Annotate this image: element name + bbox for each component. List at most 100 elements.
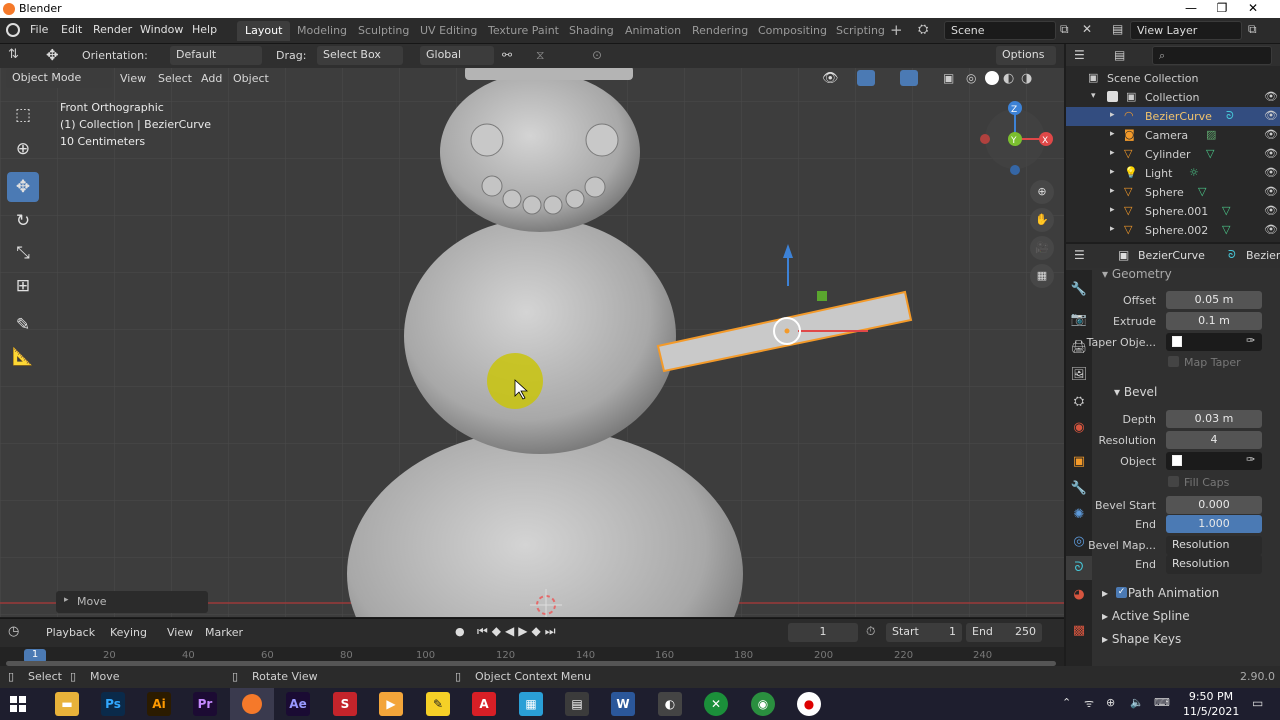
- transform-tool-icon[interactable]: ⊞: [7, 271, 39, 301]
- drag-dropdown[interactable]: Select Box: [317, 46, 403, 65]
- pivot-icon[interactable]: ⚯: [502, 48, 512, 62]
- clock-time[interactable]: 9:50 PM: [1186, 690, 1236, 703]
- properties-editor-icon[interactable]: ☰: [1074, 248, 1085, 262]
- outliner-item-cylinder[interactable]: ▸ ▽ Cylinder ▽ 👁: [1066, 145, 1280, 164]
- snap-icon[interactable]: ⧖: [536, 48, 544, 63]
- move-tool-icon[interactable]: ✥: [7, 172, 39, 202]
- chrome-icon[interactable]: ◉: [751, 692, 775, 716]
- eyedropper-icon[interactable]: ✑: [1246, 334, 1255, 347]
- word-icon[interactable]: W: [611, 692, 635, 716]
- network-icon[interactable]: ᯤ: [1084, 696, 1094, 711]
- outliner-item-sphere[interactable]: ▸ ▽ Sphere ▽ 👁: [1066, 183, 1280, 202]
- eye-icon[interactable]: 👁: [1264, 128, 1278, 141]
- close-button[interactable]: ✕: [1238, 0, 1268, 18]
- transform-orientation-dropdown[interactable]: Global: [420, 46, 494, 65]
- solid-shading-icon[interactable]: [985, 71, 999, 85]
- gizmo-neg-x-ball[interactable]: [980, 134, 990, 144]
- tab-modeling[interactable]: Modeling: [289, 21, 355, 41]
- measure-tool-icon[interactable]: 📐: [7, 342, 39, 372]
- pan-hand-icon[interactable]: ✋: [1030, 208, 1054, 232]
- extrude-field[interactable]: 0.1 m: [1166, 312, 1262, 330]
- bevel-section-header[interactable]: ▾ Bevel: [1114, 385, 1157, 399]
- overlay-toggle-icon[interactable]: [900, 70, 918, 86]
- tab-compositing[interactable]: Compositing: [750, 21, 835, 41]
- scene-field[interactable]: Scene: [944, 21, 1056, 40]
- outliner-collection[interactable]: ▾ ▣ Collection 👁: [1066, 88, 1280, 107]
- tab-animation[interactable]: Animation: [617, 21, 689, 41]
- maximize-button[interactable]: ❐: [1207, 0, 1237, 18]
- current-frame-field[interactable]: 1: [788, 623, 858, 642]
- tab-rendering[interactable]: Rendering: [684, 21, 756, 41]
- menu-help[interactable]: Help: [192, 23, 217, 36]
- keying-menu[interactable]: Keying: [110, 626, 147, 639]
- orthographic-toggle-icon[interactable]: ▦: [1030, 264, 1054, 288]
- tray-chevron-icon[interactable]: ⌃: [1062, 696, 1071, 709]
- tab-scripting[interactable]: Scripting: [828, 21, 893, 41]
- outliner-item-beziercurve[interactable]: ▸ ◠ BezierCurve ᘐ 👁: [1066, 107, 1280, 126]
- map-taper-checkbox[interactable]: [1168, 356, 1179, 367]
- notifications-icon[interactable]: ▭: [1252, 696, 1263, 710]
- taper-object-field[interactable]: ✑: [1166, 333, 1262, 351]
- marker-menu[interactable]: Marker: [205, 626, 243, 639]
- eye-icon[interactable]: 👁: [1264, 185, 1278, 198]
- display-mode-icon[interactable]: ▤: [1114, 48, 1125, 62]
- calculator-icon[interactable]: ▤: [565, 692, 589, 716]
- active-spline-section-header[interactable]: ▸ Active Spline: [1102, 609, 1190, 623]
- tool-settings-icon[interactable]: ⇅: [8, 47, 19, 62]
- outliner-search-input[interactable]: ⌕: [1152, 46, 1272, 65]
- texture-tab-icon[interactable]: ▩: [1066, 619, 1092, 643]
- blender-menu-icon[interactable]: [6, 23, 20, 37]
- bevel-object-field[interactable]: ✑: [1166, 452, 1262, 470]
- scene-icon[interactable]: ⛭: [918, 22, 928, 37]
- eye-icon[interactable]: 👁: [1264, 109, 1278, 122]
- stopwatch-icon[interactable]: ⏱: [866, 624, 875, 639]
- rendered-shading-icon[interactable]: ◑: [1021, 71, 1032, 86]
- select-menu[interactable]: Select: [158, 72, 192, 85]
- bevel-start-field[interactable]: 0.000: [1166, 496, 1262, 514]
- geometry-section-header[interactable]: ▾ Geometry: [1102, 267, 1172, 281]
- material-shading-icon[interactable]: ◐: [1003, 71, 1014, 86]
- minimize-button[interactable]: —: [1176, 0, 1206, 18]
- keyboard-icon[interactable]: ⌨: [1154, 696, 1170, 709]
- eye-icon[interactable]: 👁: [1264, 90, 1278, 103]
- zoom-icon[interactable]: ⊕: [1030, 180, 1054, 204]
- timeline-editor-icon[interactable]: ◷: [8, 624, 19, 639]
- photoshop-icon[interactable]: Ps: [101, 692, 125, 716]
- offset-field[interactable]: 0.05 m: [1166, 291, 1262, 309]
- eyedropper-icon[interactable]: ✑: [1246, 453, 1255, 466]
- shape-keys-section-header[interactable]: ▸ Shape Keys: [1102, 632, 1181, 646]
- add-menu[interactable]: Add: [201, 72, 222, 85]
- eye-icon[interactable]: 👁: [1264, 147, 1278, 160]
- bevel-end-field[interactable]: 1.000: [1166, 515, 1262, 533]
- new-scene-icon[interactable]: ⧉: [1060, 22, 1069, 37]
- outliner-item-sphere-002[interactable]: ▸ ▽ Sphere.002 ▽ 👁: [1066, 221, 1280, 240]
- last-operator-panel[interactable]: ▸ Move: [56, 591, 208, 613]
- options-dropdown[interactable]: Options: [996, 46, 1056, 65]
- premiere-icon[interactable]: Pr: [193, 692, 217, 716]
- scene-tab-icon[interactable]: ⛭: [1066, 390, 1092, 414]
- resolution-field[interactable]: 4: [1166, 431, 1262, 449]
- sketchup-icon[interactable]: S: [333, 692, 357, 716]
- gizmo-neg-z-ball[interactable]: [1010, 165, 1020, 175]
- new-view-layer-icon[interactable]: ⧉: [1248, 22, 1257, 37]
- bevel-mapping-start-dropdown[interactable]: Resolution: [1166, 536, 1262, 555]
- xbox-icon[interactable]: ✕: [704, 692, 728, 716]
- eye-icon[interactable]: 👁: [1264, 166, 1278, 179]
- outliner-item-sphere-001[interactable]: ▸ ▽ Sphere.001 ▽ 👁: [1066, 202, 1280, 221]
- outliner-item-light[interactable]: ▸ 💡 Light ☼ 👁: [1066, 164, 1280, 183]
- timeline-view-menu[interactable]: View: [167, 626, 193, 639]
- record-button[interactable]: ●: [455, 625, 465, 638]
- start-frame-field[interactable]: Start 1: [886, 623, 962, 642]
- menu-edit[interactable]: Edit: [61, 23, 82, 36]
- windows-start-icon[interactable]: [10, 696, 26, 712]
- expand-arrow-icon[interactable]: ▾: [1091, 91, 1096, 101]
- orientation-dropdown[interactable]: Default: [170, 46, 262, 65]
- illustrator-icon[interactable]: Ai: [147, 692, 171, 716]
- volume-icon[interactable]: 🔈: [1130, 696, 1144, 709]
- mode-dropdown[interactable]: Object Mode: [6, 69, 112, 88]
- outliner-item-camera[interactable]: ▸ ◙ Camera ▨ 👁: [1066, 126, 1280, 145]
- paint-icon[interactable]: ◐: [658, 692, 682, 716]
- end-frame-field[interactable]: End 250: [966, 623, 1042, 642]
- timeline-ruler[interactable]: 1 20 40 60 80 100 120 140 160 180 200 22…: [0, 647, 1064, 667]
- annotate-tool-icon[interactable]: ✎: [7, 310, 39, 340]
